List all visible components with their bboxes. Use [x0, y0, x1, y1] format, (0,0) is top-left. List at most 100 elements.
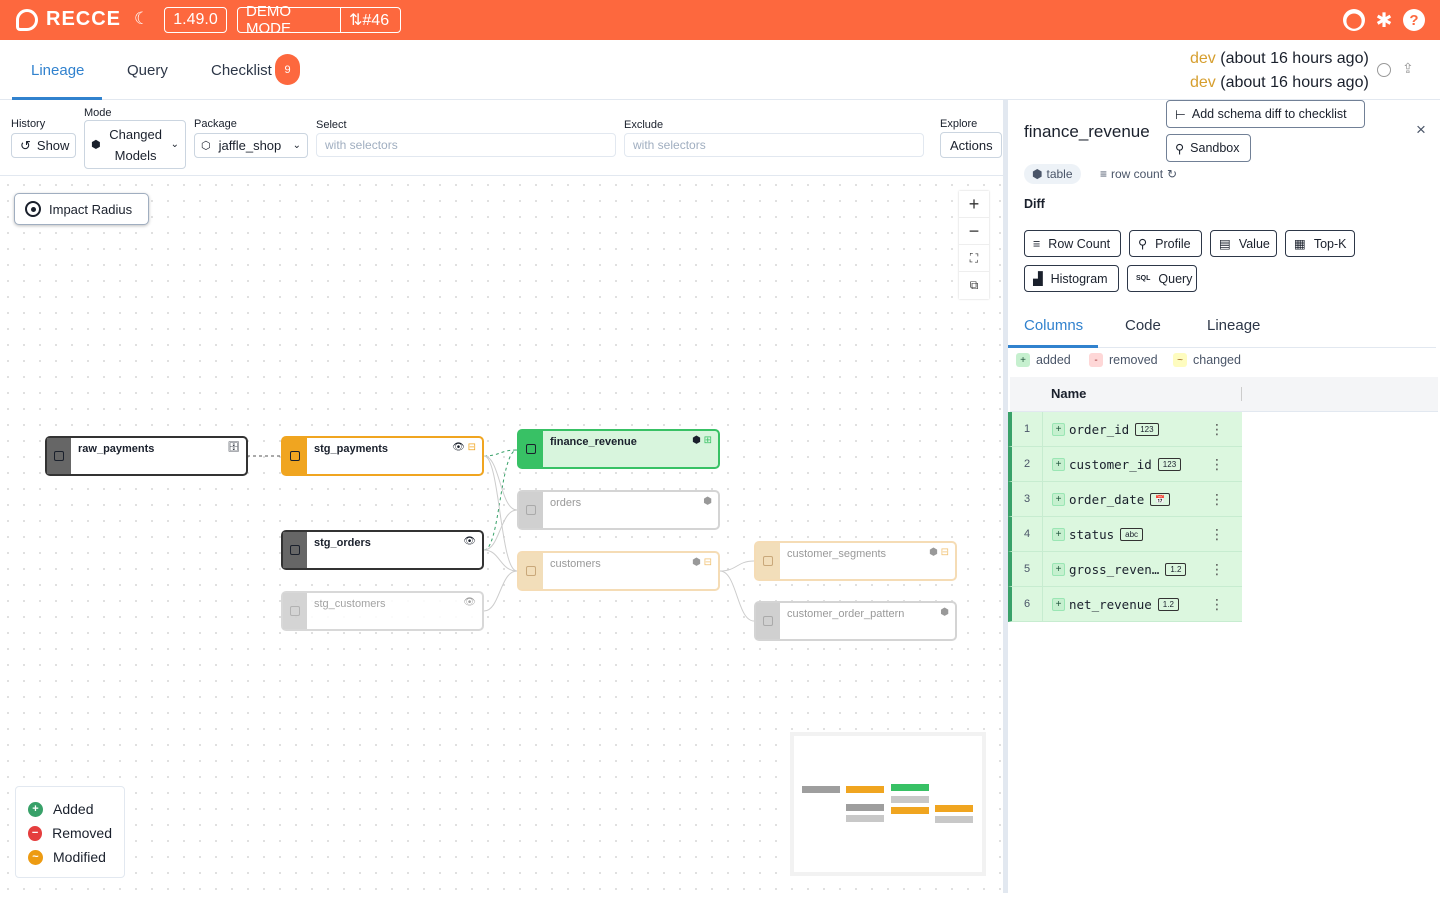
node-selector[interactable]	[283, 532, 307, 568]
exclude-input[interactable]: with selectors	[624, 133, 924, 157]
node-detail-panel: finance_revenue ⊢ Add schema diff to chec…	[1008, 100, 1440, 893]
model-icon: ⬢ ⊞	[692, 435, 712, 446]
mode-value: Changed Models	[101, 124, 171, 166]
table-row[interactable]: 4 + status abc ⋮	[1008, 517, 1242, 552]
sql-icon: SQL	[1136, 275, 1151, 282]
kebab-menu-icon[interactable]: ⋮	[1210, 456, 1224, 473]
value-diff-button[interactable]: ▤ Value	[1210, 230, 1277, 257]
help-icon[interactable]: ?	[1403, 9, 1425, 31]
tab-checklist[interactable]: Checklist	[211, 62, 272, 79]
minimap-node	[891, 796, 929, 803]
base-env-time: (about 16 hours ago)	[1220, 50, 1369, 67]
package-value: jaffle_shop	[218, 138, 282, 153]
node-selector[interactable]	[283, 593, 307, 629]
tab-columns[interactable]: Columns	[1024, 317, 1083, 334]
tab-query[interactable]: Query	[127, 62, 168, 79]
slack-icon[interactable]: ✱	[1373, 9, 1395, 32]
history-show-button[interactable]: ↺ Show	[11, 133, 76, 158]
node-selector[interactable]	[519, 431, 543, 467]
sandbox-button[interactable]: ⚲ Sandbox	[1166, 134, 1251, 162]
column-resizer[interactable]	[1241, 387, 1242, 401]
node-finance-revenue[interactable]: finance_revenue ⬢ ⊞	[517, 429, 720, 469]
profile-diff-button[interactable]: ⚲ Profile	[1129, 230, 1202, 257]
row-number: 4	[1012, 517, 1043, 551]
diff-heading: Diff	[1024, 197, 1045, 211]
histogram-diff-button[interactable]: ▟ Histogram	[1024, 265, 1119, 292]
dark-mode-icon[interactable]: ☾	[134, 9, 149, 29]
recce-logo[interactable]: RECCE	[16, 8, 121, 31]
select-input[interactable]: with selectors	[316, 133, 616, 157]
added-icon: +	[1052, 422, 1065, 436]
edge-customers-pattern	[719, 570, 755, 622]
node-selector[interactable]	[519, 492, 543, 528]
node-customer-segments[interactable]: customer_segments ⬢ ⊟	[754, 541, 957, 581]
node-stg-orders[interactable]: stg_orders 👁	[281, 530, 484, 570]
github-icon[interactable]: ⬤	[1343, 9, 1365, 31]
node-customer-order-pattern[interactable]: customer_order_pattern ⬢	[754, 601, 957, 641]
node-stg-customers[interactable]: stg_customers 👁	[281, 591, 484, 631]
row-count-tag[interactable]: ≡ row count ↻	[1092, 164, 1186, 184]
row-count-icon: ≡	[1033, 236, 1041, 251]
kebab-menu-icon[interactable]: ⋮	[1210, 561, 1224, 578]
topk-diff-button[interactable]: ▦ Top-K	[1285, 230, 1355, 257]
add-schema-diff-label: Add schema diff to checklist	[1191, 107, 1347, 121]
package-icon: ⬡	[201, 140, 211, 152]
panel-title: finance_revenue	[1024, 122, 1150, 141]
mode-select[interactable]: ⬢ Changed Models ⌄	[84, 120, 186, 169]
node-label: stg_orders	[314, 537, 371, 549]
node-selector[interactable]	[756, 603, 780, 639]
package-select[interactable]: ⬡ jaffle_shop ⌄	[194, 133, 308, 158]
node-raw-payments[interactable]: raw_payments 🗄	[45, 436, 248, 476]
node-selector[interactable]	[283, 438, 307, 474]
version-badge: 1.49.0	[164, 7, 227, 33]
sandbox-icon: ⚲	[1175, 141, 1185, 156]
node-customers[interactable]: customers ⬢ ⊟	[517, 551, 720, 591]
table-row[interactable]: 5 + gross_reven… 1.2 ⋮	[1008, 552, 1242, 587]
added-pill-label: added	[1036, 353, 1071, 367]
table-row[interactable]: 6 + net_revenue 1.2 ⋮	[1008, 587, 1242, 622]
legend-removed-label: Removed	[52, 825, 112, 841]
node-selector[interactable]	[756, 543, 780, 579]
tab-lineage[interactable]: Lineage	[31, 62, 84, 79]
checklist-count-badge: 9	[275, 54, 300, 85]
share-icon[interactable]: ⇪	[1402, 60, 1414, 77]
demo-mode-badge: DEMO MODE	[237, 3, 341, 37]
info-icon[interactable]	[1377, 63, 1391, 77]
kebab-menu-icon[interactable]: ⋮	[1210, 491, 1224, 508]
chevron-down-icon: ⌄	[170, 139, 179, 150]
checklist-add-icon: ⊢	[1175, 107, 1186, 122]
actions-button[interactable]: Actions	[940, 132, 1002, 158]
node-selector[interactable]	[47, 438, 71, 474]
base-env-info: dev (about 16 hours ago)	[1190, 50, 1369, 68]
node-orders[interactable]: orders ⬢	[517, 490, 720, 530]
table-row[interactable]: 2 + customer_id 123 ⋮	[1008, 447, 1242, 482]
refresh-icon[interactable]: ↻	[1167, 167, 1177, 181]
tab-code[interactable]: Code	[1125, 317, 1161, 334]
table-row[interactable]: 1 + order_id 123 ⋮	[1008, 412, 1242, 447]
model-icon: ⬢ ⊟	[929, 547, 949, 558]
mode-value-line2: Models	[114, 147, 157, 163]
minimap[interactable]	[790, 732, 986, 876]
add-schema-diff-button[interactable]: ⊢ Add schema diff to checklist	[1166, 100, 1365, 128]
row-count-diff-button[interactable]: ≡ Row Count	[1024, 230, 1121, 257]
node-stg-payments[interactable]: stg_payments 👁 ⊟	[281, 436, 484, 476]
close-icon[interactable]: ×	[1416, 120, 1426, 140]
profile-icon: ⚲	[1138, 237, 1148, 251]
tab-panel-lineage[interactable]: Lineage	[1207, 317, 1260, 334]
database-icon: 🗄	[227, 442, 240, 453]
minimap-node	[891, 784, 929, 791]
node-selector[interactable]	[519, 553, 543, 589]
kebab-menu-icon[interactable]: ⋮	[1210, 596, 1224, 613]
row-number: 6	[1012, 587, 1043, 621]
pr-link[interactable]: ⇅#46	[340, 7, 401, 33]
name-column-header[interactable]: Name	[1051, 386, 1086, 401]
minimap-node	[846, 786, 884, 793]
kebab-menu-icon[interactable]: ⋮	[1210, 421, 1224, 438]
kebab-menu-icon[interactable]: ⋮	[1210, 526, 1224, 543]
table-row[interactable]: 3 + order_date 📅 ⋮	[1008, 482, 1242, 517]
query-diff-button[interactable]: SQL Query	[1127, 265, 1197, 292]
explore-label: Explore	[940, 118, 978, 130]
lineage-canvas[interactable]: Impact Radius + − ⛶ ⧉ raw_payments 🗄 stg…	[0, 177, 1003, 893]
histogram-icon: ▟	[1033, 272, 1043, 286]
row-number: 1	[1012, 412, 1043, 446]
